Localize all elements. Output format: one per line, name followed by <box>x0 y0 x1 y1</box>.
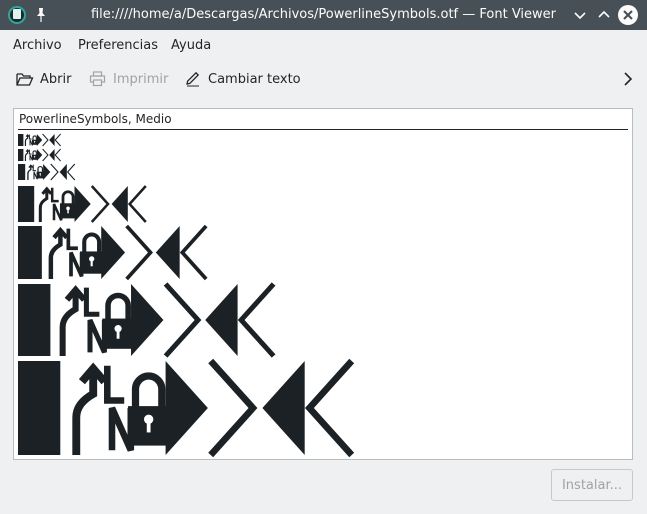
glyph-line-4 <box>18 185 147 223</box>
print-label: Imprimir <box>113 71 169 87</box>
pencil-icon <box>186 71 200 87</box>
glyph-left-arrow-solid <box>205 284 238 356</box>
glyph-left-arrow-line <box>54 148 61 162</box>
glyph-line-number <box>104 365 135 452</box>
printer-icon <box>89 71 106 87</box>
minimize-icon[interactable] <box>572 7 588 23</box>
font-preview: PowerlineSymbols, Medio <box>13 108 633 460</box>
maximize-icon[interactable] <box>596 7 612 23</box>
glyph-left-arrow-solid <box>155 226 180 279</box>
open-button[interactable]: Abrir <box>16 62 71 96</box>
glyph-right-arrow-line <box>163 282 202 358</box>
glyph-right-arrow-line <box>42 133 49 147</box>
glyph-line-3 <box>18 163 76 181</box>
glyph-branch <box>24 134 30 146</box>
glyph-padlock <box>127 372 170 446</box>
menu-preferencias[interactable]: Preferencias <box>78 38 158 53</box>
glyph-left-arrow-solid <box>49 149 55 161</box>
glyph-right-arrow-line <box>90 185 110 223</box>
glyph-line-2 <box>18 148 61 162</box>
menu-archivo[interactable]: Archivo <box>13 38 62 53</box>
open-label: Abrir <box>40 71 72 87</box>
glyph-full-block <box>18 361 61 455</box>
window-title: file:////home/a/Descargas/Archivos/Power… <box>90 7 557 22</box>
print-button[interactable]: Imprimir <box>89 62 168 96</box>
glyph-branch <box>72 362 108 455</box>
glyph-right-arrow-solid <box>36 149 43 161</box>
chevron-right-icon[interactable] <box>620 71 636 87</box>
glyph-line-number <box>32 164 38 180</box>
glyph-left-arrow-solid <box>262 361 305 455</box>
glyph-right-arrow-line <box>42 148 49 162</box>
glyph-line-number <box>28 149 33 161</box>
glyph-right-arrow-line <box>125 224 153 281</box>
toolbar: Abrir Imprimir Cambiar texto <box>0 62 647 96</box>
glyph-left-arrow-line <box>237 282 276 358</box>
glyph-full-block <box>18 226 42 279</box>
glyph-right-arrow-solid <box>74 186 91 222</box>
glyph-padlock <box>80 232 104 274</box>
glyph-left-arrow-line <box>127 185 147 223</box>
glyph-left-arrow-solid <box>59 164 67 180</box>
glyph-left-arrow-line <box>304 358 355 458</box>
glyph-line-1 <box>18 133 61 147</box>
folder-open-icon <box>16 73 34 86</box>
glyph-line-6 <box>18 282 276 358</box>
glyph-right-arrow-solid <box>43 164 51 180</box>
glyph-full-block <box>18 186 35 222</box>
glyph-padlock <box>60 190 76 219</box>
glyph-line-number <box>28 134 33 146</box>
change-text-button[interactable]: Cambiar texto <box>184 62 301 96</box>
glyph-line-number <box>66 228 84 278</box>
glyph-branch <box>38 186 53 222</box>
install-button[interactable]: Instalar... <box>551 469 633 501</box>
glyph-left-arrow-line <box>66 163 76 181</box>
glyph-samples <box>18 133 355 458</box>
glyph-line-7 <box>18 358 355 458</box>
glyph-right-arrow-line <box>50 163 59 181</box>
glyph-line-number <box>83 287 107 354</box>
glyph-right-arrow-solid <box>36 134 43 146</box>
glyph-full-block <box>18 149 24 161</box>
glyph-padlock <box>102 292 134 349</box>
close-icon <box>623 10 633 20</box>
glyph-right-arrow-solid <box>165 361 208 455</box>
glyph-branch <box>48 226 69 279</box>
glyph-padlock <box>32 135 38 145</box>
glyph-full-block <box>18 134 24 146</box>
glyph-left-arrow-line <box>54 133 61 147</box>
menu-ayuda[interactable]: Ayuda <box>171 38 211 53</box>
glyph-left-arrow-line <box>179 224 208 281</box>
glyph-line-5 <box>18 224 208 281</box>
glyph-branch <box>24 149 30 161</box>
glyph-branch <box>27 164 34 180</box>
glyph-right-arrow-solid <box>131 284 164 356</box>
glyph-left-arrow-solid <box>111 186 128 222</box>
glyph-right-arrow-solid <box>101 226 126 279</box>
glyph-line-number <box>50 187 63 221</box>
glyph-padlock <box>36 165 44 179</box>
glyph-right-arrow-line <box>208 358 258 458</box>
glyph-full-block <box>18 284 51 356</box>
title-bar: file:////home/a/Descargas/Archivos/Power… <box>0 0 647 30</box>
menu-bar: Archivo Preferencias Ayuda <box>0 30 647 60</box>
glyph-full-block <box>18 164 26 180</box>
glyph-branch <box>59 285 87 356</box>
glyph-padlock <box>32 150 38 160</box>
change-text-label: Cambiar texto <box>208 71 301 87</box>
close-button[interactable] <box>618 5 638 25</box>
glyph-left-arrow-solid <box>49 134 55 146</box>
